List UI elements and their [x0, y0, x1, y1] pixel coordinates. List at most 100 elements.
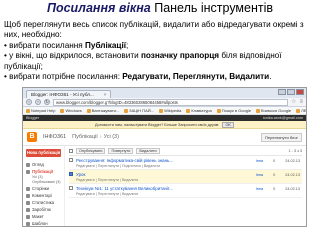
bookmark-item[interactable]: ЗАЦІН ПАЙ...	[124, 108, 154, 113]
bookmark-label: Wikipedia	[164, 108, 182, 113]
sidebar-item[interactable]: Публікації	[23, 168, 64, 175]
bookmark-item[interactable]: Windows	[60, 108, 82, 113]
revert-button[interactable]: Повернути	[108, 148, 134, 154]
delete-button[interactable]: Видалити	[136, 148, 160, 154]
reload-icon[interactable]: ↻	[44, 99, 50, 105]
favicon-icon	[60, 108, 65, 113]
slide-title-rest: Панель інструментів	[154, 1, 274, 15]
sidebar-items: Огляд Публікації Усі (3) Опубліковані (3) Ст…	[23, 161, 64, 226]
post-date: 24.02.13	[285, 159, 300, 163]
bookmark-item[interactable]: Пошук в Google	[216, 108, 252, 113]
info-bar-ok-button[interactable]: OK	[222, 121, 234, 128]
posts-toolbar: Опублікувати Повернути Видалити 1 - 3 з …	[69, 148, 302, 156]
sidebar-item-icon	[26, 200, 30, 205]
minimize-icon[interactable]	[278, 89, 286, 95]
post-actions[interactable]: Редагувати | Переглянути | Видалити	[76, 192, 173, 196]
bookmark-label: Windows	[65, 108, 82, 113]
instruction-step-2: • у вікні, що відкрилося, встановити поз…	[4, 51, 316, 72]
favicon-icon	[186, 108, 191, 113]
breadcrumb-sub[interactable]: Усі (3)	[104, 134, 119, 140]
post-row[interactable]: Технікум №1: 11 устаткування Великобрита…	[69, 184, 302, 198]
slide-title: Посилання вікна Панель інструментів	[0, 1, 320, 15]
tab-strip: Blogger: ІНФО361 - Усі публ... ×	[23, 88, 306, 98]
bookmark-item[interactable]: Вчимося Google	[256, 108, 291, 113]
favicon-icon	[256, 108, 261, 113]
sidebar-item[interactable]: Огляд	[23, 161, 64, 168]
sidebar-item-label: Опубліковані (3)	[32, 180, 61, 184]
sidebar-item[interactable]: Сторінки	[23, 185, 64, 192]
post-checkbox[interactable]	[69, 186, 73, 190]
post-comments: 0	[273, 173, 276, 177]
bookmark-label: Пошук в Google	[221, 108, 252, 113]
select-all-checkbox[interactable]	[69, 149, 73, 153]
url-field[interactable]: www.blogger.com/blogger.g?blogID=4833602…	[53, 98, 289, 106]
bookmark-item[interactable]: Notepad Help	[26, 108, 55, 113]
post-author[interactable]: Інна	[256, 187, 263, 191]
post-title[interactable]: Урок	[76, 172, 138, 177]
post-date: 24.02.13	[285, 173, 300, 177]
forward-icon[interactable]: ›	[35, 99, 41, 105]
post-text: Реєстрування: Інформатика-свій рівень зн…	[76, 158, 173, 168]
browser-tab-label: Blogger: ІНФО361 - Усі публ...	[31, 92, 94, 97]
paging-info: 1 - 3 з 3	[288, 149, 302, 153]
post-title[interactable]: Реєстрування: Інформатика-свій рівень зн…	[76, 158, 173, 163]
sidebar-item[interactable]: Коментарі	[23, 192, 64, 199]
bookmark-label: ЗАЦІН ПАЙ...	[129, 108, 155, 113]
post-actions[interactable]: Редагувати | Переглянути | Поділитися | …	[76, 164, 173, 168]
bookmark-item[interactable]: ЛЕГО Кро...	[296, 108, 306, 113]
sidebar-item[interactable]: Шаблон	[23, 220, 64, 226]
sidebar-item-label: Шаблон	[32, 221, 48, 226]
blogger-body: Нова публікація Огляд Публікації Усі (3) Оп…	[23, 146, 306, 226]
favicon-icon	[124, 108, 129, 113]
post-checkbox[interactable]	[69, 172, 73, 176]
step-1-bold: Публікації	[85, 40, 127, 50]
sidebar-item-icon	[26, 221, 30, 226]
bookmark-label: Notepad Help	[31, 108, 56, 113]
bookmark-label: Вантажувати...	[91, 108, 120, 113]
window-close-icon[interactable]	[296, 89, 304, 95]
post-author[interactable]: Інна	[256, 159, 263, 163]
favicon-icon	[216, 108, 221, 113]
sidebar-item-label: Огляд	[32, 162, 44, 167]
post-comments: 0	[273, 187, 276, 191]
blogger-bar-brand[interactable]: Blogger	[26, 116, 39, 120]
instructions: Щоб переглянути весь список публікацій, …	[4, 20, 316, 82]
blogger-logo-icon[interactable]: B	[27, 132, 37, 142]
view-blog-button[interactable]: Переглянути блог	[261, 132, 302, 142]
post-comments: 0	[273, 159, 276, 163]
sidebar-item-icon	[26, 214, 30, 219]
sidebar-item[interactable]: Статистика	[23, 199, 64, 206]
post-row[interactable]: Реєстрування: Інформатика-свій рівень зн…	[69, 156, 302, 170]
sidebar-item-icon	[26, 207, 30, 212]
browser-screenshot: Blogger: ІНФО361 - Усі публ... × ‹ › ↻ ww…	[22, 87, 307, 227]
back-icon[interactable]: ‹	[26, 99, 32, 105]
bookmark-item[interactable]: Вантажувати...	[86, 108, 120, 113]
post-author[interactable]: Інна	[256, 173, 263, 177]
sidebar-item-icon	[26, 169, 30, 174]
close-icon[interactable]: ×	[104, 92, 107, 97]
publish-button[interactable]: Опублікувати	[76, 148, 106, 154]
bookmark-item[interactable]: Клавіатура	[186, 108, 212, 113]
sidebar-item[interactable]: Макет	[23, 213, 64, 220]
bookmark-star-icon[interactable]: ☆	[291, 99, 296, 105]
post-actions[interactable]: Редагувати | Переглянути | Видалити	[76, 178, 138, 182]
account-email[interactable]: ionika.work@gmail.com	[263, 116, 303, 120]
post-list: Реєстрування: Інформатика-свій рівень зн…	[69, 156, 302, 198]
blog-name[interactable]: ІНФО361	[43, 134, 66, 140]
post-meta: Інна 0 24.02.13	[256, 173, 300, 177]
breadcrumb-section[interactable]: Публікації	[72, 134, 98, 140]
sidebar-item-icon	[26, 186, 30, 191]
post-checkbox[interactable]	[69, 158, 73, 162]
blog-header: B ІНФО361 Публікації › Усі (3) Переглянути…	[23, 129, 306, 146]
instruction-step-3: • вибрати потрібне посилання: Редагувати…	[4, 72, 316, 82]
new-post-button[interactable]: Нова публікація	[26, 149, 61, 157]
bookmark-item[interactable]: Wikipedia	[159, 108, 181, 113]
post-row[interactable]: Урок Редагувати | Переглянути | Видалити І…	[69, 170, 302, 184]
post-title[interactable]: Технікум №1: 11 устаткування Великобрита…	[76, 186, 173, 191]
sidebar-item-label: Заробіток	[32, 207, 51, 212]
maximize-icon[interactable]	[287, 89, 295, 95]
browser-tab[interactable]: Blogger: ІНФО361 - Усі публ... ×	[26, 90, 112, 98]
post-meta: Інна 0 24.02.13	[256, 159, 300, 163]
menu-icon[interactable]: ≡	[299, 99, 303, 105]
sidebar-item[interactable]: Заробіток	[23, 206, 64, 213]
